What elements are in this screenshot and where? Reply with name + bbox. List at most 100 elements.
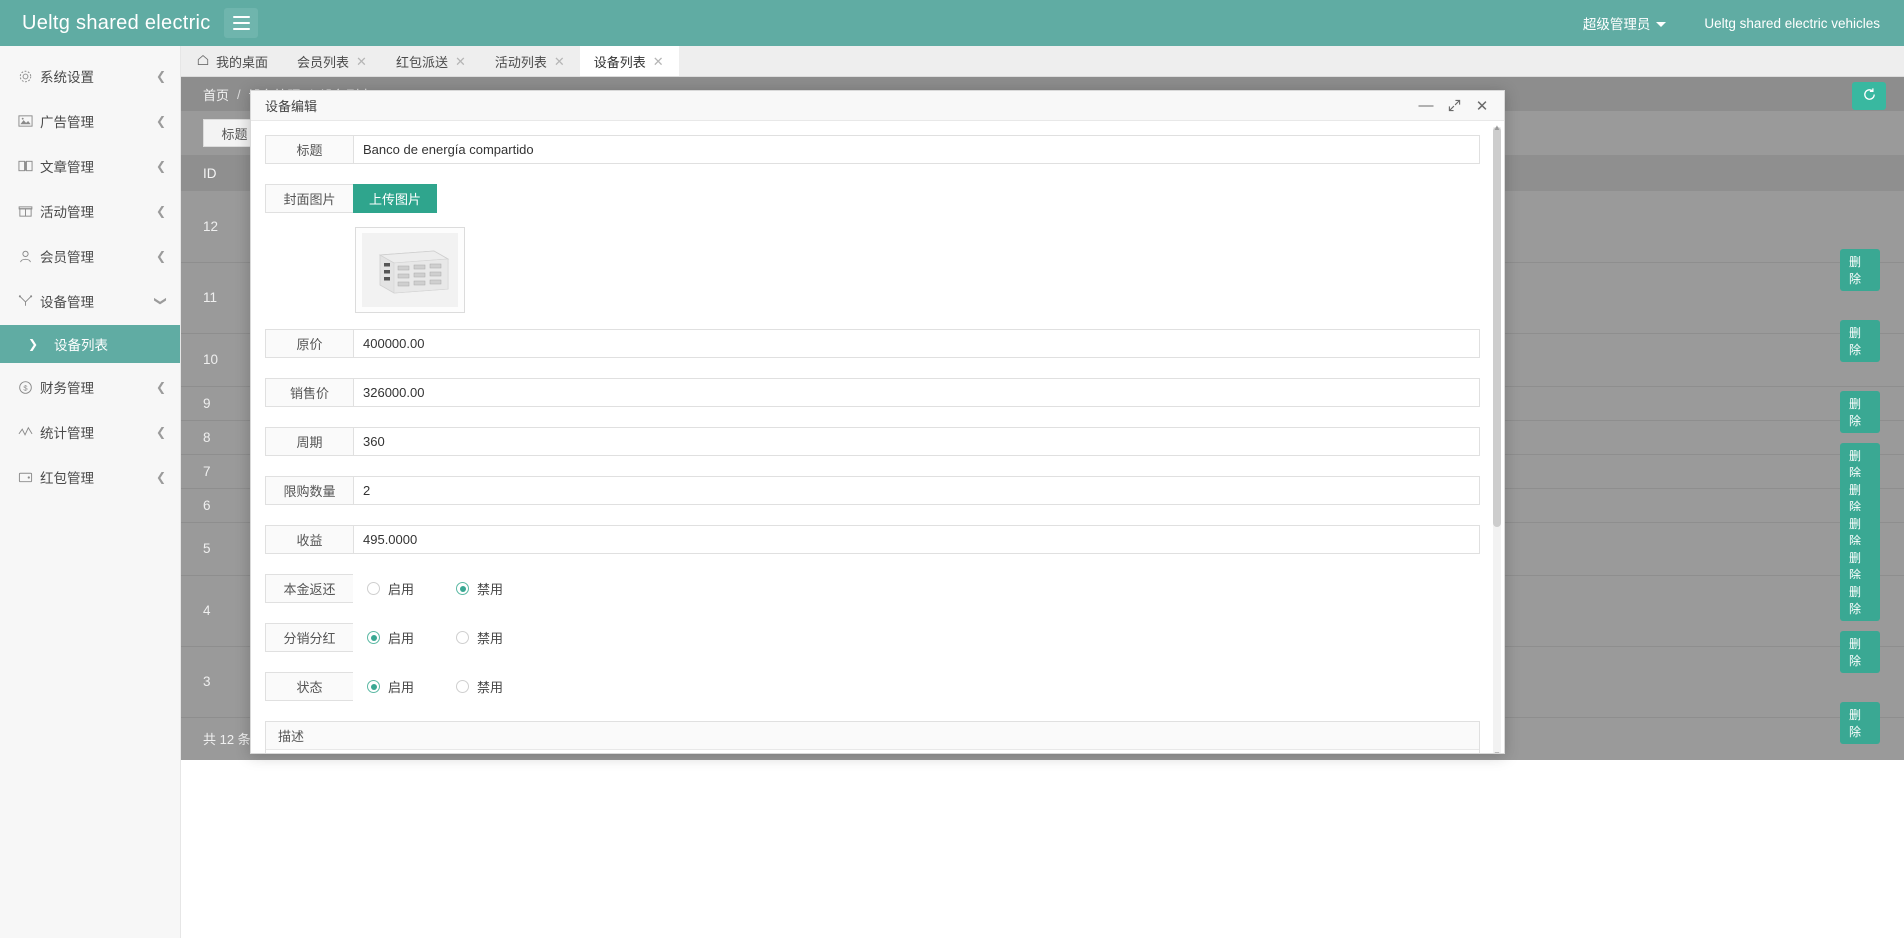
refresh-button[interactable] [1852,82,1886,110]
delete-button[interactable]: 删除 [1840,249,1880,291]
radio-label: 禁用 [477,631,504,646]
scroll-down-icon[interactable]: ▼ [1493,750,1501,753]
breadcrumb-item-home[interactable]: 首页 [203,85,229,104]
radio-principal-return-disable[interactable]: 禁用 [456,579,503,598]
close-icon[interactable]: ✕ [356,55,367,68]
app-brand: Ueltg shared electric [22,11,211,34]
radio-label: 禁用 [477,680,504,695]
radio-principal-return-enable[interactable]: 启用 [367,579,414,598]
chevron-left-icon: ❮ [155,159,166,173]
sidebar-item-finance-management[interactable]: $ 财务管理 ❮ [0,372,180,402]
field-row-status: 状态 启用 禁用 [265,672,1480,701]
upload-image-button[interactable]: 上传图片 [353,184,438,213]
sidebar-item-label: 红包管理 [40,471,94,486]
sidebar-item-device-management[interactable]: 设备管理 ❯ [0,286,180,316]
radio-status-enable[interactable]: 启用 [367,677,414,696]
sidebar-item-label: 财务管理 [40,381,94,396]
sidebar-item-system-settings[interactable]: 系统设置 ❮ [0,61,180,91]
radio-label: 启用 [388,582,415,597]
delete-button[interactable]: 删除 [1840,579,1880,621]
sidebar-item-label: 会员管理 [40,250,94,265]
delete-button[interactable]: 删除 [1840,631,1880,673]
cover-thumbnail[interactable] [355,227,465,313]
close-icon[interactable]: ✕ [455,55,466,68]
tab-activity-list[interactable]: 活动列表 ✕ [481,46,580,76]
maximize-icon[interactable] [1440,92,1468,120]
sidebar-item-ad-management[interactable]: 广告管理 ❮ [0,106,180,136]
sidebar-item-member-management[interactable]: 会员管理 ❮ [0,241,180,271]
description-section: 描述 请输入描述 [265,721,1480,753]
tab-label: 活动列表 [494,54,547,70]
sidebar-item-device-list[interactable]: ❯ 设备列表 [0,325,180,363]
hamburger-icon[interactable] [224,8,258,38]
gear-icon [18,68,40,84]
wallet-icon [18,469,40,485]
modal-scrollbar[interactable]: ▲ ▼ [1493,123,1501,753]
chevron-left-icon: ❮ [155,114,166,128]
radio-label: 禁用 [477,582,504,597]
sidebar-item-statistics-management[interactable]: 统计管理 ❮ [0,417,180,447]
modal-scrollbar-thumb[interactable] [1493,127,1501,527]
sidebar-item-article-management[interactable]: 文章管理 ❮ [0,151,180,181]
radio-distribution-disable[interactable]: 禁用 [456,628,503,647]
radio-dot-icon [367,680,380,693]
radio-dot-icon [456,582,470,595]
cycle-input[interactable]: 360 [353,427,1480,456]
sidebar: 系统设置 ❮ 广告管理 ❮ 文章管理 ❮ 活动管理 ❮ 会员管理 ❮ 设备管理 … [0,46,181,938]
sale-price-input[interactable]: 326000.00 [353,378,1480,407]
user-menu[interactable]: 超级管理员 [1565,0,1685,46]
profit-label: 收益 [265,525,353,554]
profit-input[interactable]: 495.0000 [353,525,1480,554]
chevron-left-icon: ❮ [155,425,166,439]
title-input[interactable]: Banco de energía compartido [353,135,1480,164]
distribution-dividend-radio-group: 启用 禁用 [353,623,1480,652]
sidebar-subitem-label: 设备列表 [54,338,108,353]
image-icon [18,113,40,129]
delete-button[interactable]: 删除 [1840,702,1880,744]
sale-price-label: 销售价 [265,378,353,407]
close-icon[interactable]: ✕ [1468,92,1496,120]
tab-device-list[interactable]: 设备列表 ✕ [579,46,679,76]
delete-button[interactable]: 删除 [1840,391,1880,433]
edit-form: 标题 Banco de energía compartido 封面图片 上传图片 [265,135,1486,753]
purchase-limit-label: 限购数量 [265,476,353,505]
top-header: Ueltg shared electric 超级管理员 Ueltg shared… [0,0,1904,46]
close-icon[interactable]: ✕ [653,55,664,68]
cycle-label: 周期 [265,427,353,456]
tab-redpacket-send[interactable]: 红包派送 ✕ [382,46,481,76]
scroll-up-icon[interactable]: ▲ [1493,123,1501,132]
book-icon [18,158,40,174]
field-row-distribution-dividend: 分销分红 启用 禁用 [265,623,1480,652]
title-label: 标题 [265,135,353,164]
minimize-icon[interactable]: — [1412,92,1440,120]
site-name: Ueltg shared electric vehicles [1704,15,1880,31]
close-icon[interactable]: ✕ [554,55,565,68]
description-label: 描述 [266,722,1479,750]
tab-member-list[interactable]: 会员列表 ✕ [283,46,382,76]
sidebar-item-redpacket-management[interactable]: 红包管理 ❮ [0,462,180,492]
sidebar-item-activity-management[interactable]: 活动管理 ❮ [0,196,180,226]
tab-my-desktop[interactable]: 我的桌面 [183,46,283,76]
description-textarea[interactable]: 请输入描述 [266,750,1479,753]
cover-label: 封面图片 [265,184,353,213]
radio-label: 启用 [388,680,415,695]
original-price-input[interactable]: 400000.00 [353,329,1480,358]
refresh-icon [1862,87,1877,105]
status-radio-group: 启用 禁用 [353,672,1480,701]
breadcrumb-separator: / [237,86,241,102]
tab-bar: 我的桌面 会员列表 ✕ 红包派送 ✕ 活动列表 ✕ 设备列表 ✕ [181,46,1904,77]
device-thumbnail-image [362,233,458,307]
purchase-limit-input[interactable]: 2 [353,476,1480,505]
field-row-cover: 封面图片 上传图片 [265,184,1480,213]
top-header-right: 超级管理员 Ueltg shared electric vehicles [1565,0,1904,46]
sidebar-item-label: 统计管理 [40,426,94,441]
tab-label: 设备列表 [593,54,646,70]
chevron-left-icon: ❮ [155,249,166,263]
chevron-left-icon: ❮ [155,470,166,484]
radio-status-disable[interactable]: 禁用 [456,677,503,696]
device-icon [18,293,40,309]
modal-body: 标题 Banco de energía compartido 封面图片 上传图片 [251,121,1504,753]
tab-label: 我的桌面 [216,54,269,70]
delete-button[interactable]: 删除 [1840,320,1880,362]
radio-distribution-enable[interactable]: 启用 [367,628,414,647]
